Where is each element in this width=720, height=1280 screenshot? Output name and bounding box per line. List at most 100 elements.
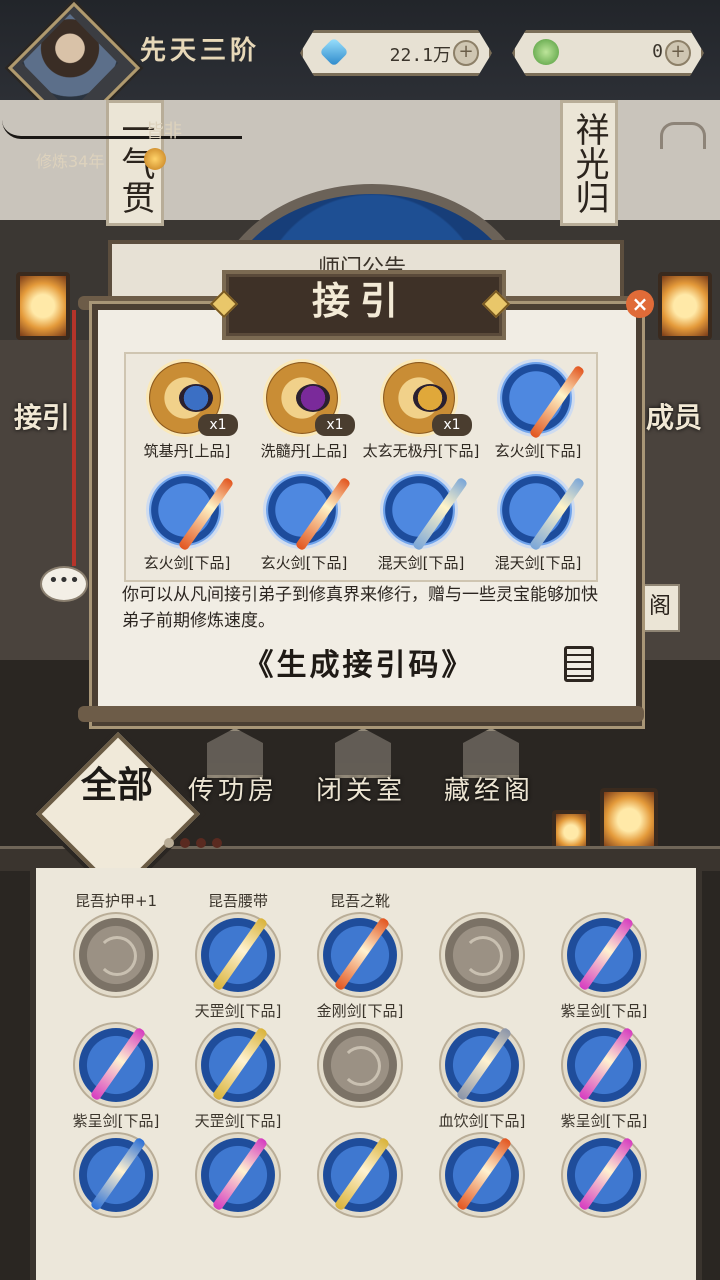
sword-icon: [89, 1026, 147, 1102]
inventory-item[interactable]: 天罡剑[下品]: [174, 1106, 302, 1214]
recruit-side-button[interactable]: 接引: [14, 396, 70, 436]
top-bar: 先天三阶 22.1万 + 0 +: [0, 0, 720, 135]
sword-item-icon: [383, 474, 469, 552]
pavilion-sign[interactable]: 阁: [640, 584, 680, 632]
item-art-icon: [177, 476, 235, 552]
sword-icon: [577, 1136, 635, 1212]
recruit-description: 你可以从凡间接引弟子到修真界来修行，赠与一些灵宝能够加快弟子前期修炼速度。: [122, 585, 598, 631]
reward-item[interactable]: x1 太玄无极丹[下品]: [362, 358, 480, 470]
equipment-icon: [201, 916, 275, 992]
equipment-icon: [201, 1026, 275, 1102]
inventory-item[interactable]: [418, 996, 546, 1104]
reward-item-name: 筑基丹[上品]: [143, 442, 231, 460]
item-count-badge: x1: [198, 414, 238, 436]
sword-item-icon: [266, 474, 352, 552]
room-seclusion[interactable]: 闭关室: [316, 770, 406, 807]
item-art-icon: [528, 364, 586, 440]
reward-item-name: 太玄无极丹[下品]: [362, 442, 480, 460]
inventory-item[interactable]: 紫呈剑[下品]: [540, 996, 668, 1104]
equipment-icon: [567, 916, 641, 992]
sword-item-icon: [149, 474, 235, 552]
generate-code-button[interactable]: 《生成接引码》: [228, 640, 490, 684]
inventory-item-title: 紫呈剑[下品]: [560, 1112, 648, 1130]
room-skill-hall[interactable]: 传功房: [188, 770, 278, 807]
inventory-item[interactable]: 昆吾护甲+1: [52, 886, 180, 994]
inventory-item[interactable]: 紫呈剑[下品]: [52, 1106, 180, 1214]
inventory-item[interactable]: 昆吾之靴: [296, 886, 424, 994]
add-spirit-stone-button[interactable]: +: [453, 40, 479, 66]
room-scripture-pavilion[interactable]: 藏经阁: [444, 770, 534, 807]
sword-item-icon: [500, 474, 586, 552]
name-brush-line: [2, 120, 242, 139]
item-art-icon: [411, 476, 469, 552]
reward-item-name: 玄火剑[下品]: [260, 554, 348, 572]
inventory-item[interactable]: [52, 996, 180, 1104]
spirit-stone-counter: 22.1万 +: [300, 30, 492, 76]
jade-icon: [533, 39, 559, 65]
equipment-icon: [79, 1136, 153, 1212]
close-button[interactable]: ×: [626, 290, 654, 318]
members-side-button[interactable]: 成员: [646, 396, 702, 436]
pager-dot: [212, 838, 222, 848]
swirl-emblem-icon: [341, 1046, 381, 1086]
lantern-left-icon: [16, 272, 70, 340]
inventory-item[interactable]: 天罡剑[下品]: [174, 996, 302, 1104]
sword-icon: [577, 1026, 635, 1102]
reward-item-name: 混天剑[下品]: [494, 554, 582, 572]
reward-item[interactable]: 混天剑[下品]: [479, 470, 597, 582]
inventory-item-title: 紫呈剑[下品]: [72, 1112, 160, 1130]
sword-icon: [455, 1136, 513, 1212]
spirit-stone-value: 22.1万: [389, 45, 451, 66]
inventory-item[interactable]: [540, 886, 668, 994]
equipment-icon: [567, 1136, 641, 1212]
equipment-icon: [201, 1136, 275, 1212]
inventory-item-title: 紫呈剑[下品]: [560, 1002, 648, 1020]
item-art-icon: [294, 476, 352, 552]
jade-value: 0: [652, 41, 663, 62]
inventory-item[interactable]: 昆吾腰带: [174, 886, 302, 994]
inventory-item[interactable]: [296, 1106, 424, 1214]
reward-item[interactable]: x1 洗髓丹[上品]: [245, 358, 363, 470]
left-scroll-rope: [72, 310, 76, 566]
reward-item[interactable]: x1 筑基丹[上品]: [128, 358, 246, 470]
sword-icon: [577, 916, 635, 992]
inventory-item[interactable]: 紫呈剑[下品]: [540, 1106, 668, 1214]
realm-label: 先天三阶: [140, 36, 261, 66]
reward-item[interactable]: 混天剑[下品]: [362, 470, 480, 582]
scroll-rod-bottom: [78, 706, 644, 722]
inventory-item[interactable]: 血饮剑[下品]: [418, 1106, 546, 1214]
item-count-badge: x1: [315, 414, 355, 436]
item-art-icon: [413, 384, 447, 412]
item-count-badge: x1: [432, 414, 472, 436]
pager-dot: [180, 838, 190, 848]
add-jade-button[interactable]: +: [665, 40, 691, 66]
sword-icon: [455, 1026, 513, 1102]
inventory-item[interactable]: [418, 886, 546, 994]
reward-item[interactable]: 玄火剑[下品]: [479, 358, 597, 470]
item-art-icon: [179, 384, 213, 412]
reward-item[interactable]: 玄火剑[下品]: [245, 470, 363, 582]
empty-slot-icon: [323, 1028, 397, 1102]
sword-icon: [89, 1136, 147, 1212]
inventory-item-title: 血饮剑[下品]: [438, 1112, 526, 1130]
reward-grid: x1 筑基丹[上品] x1 洗髓丹[上品] x1 太玄无极丹[下品] 玄火剑[下品] 玄火剑[…: [124, 352, 598, 582]
reward-item[interactable]: 玄火剑[下品]: [128, 470, 246, 582]
back-arrow-icon[interactable]: [660, 122, 706, 149]
player-name: 皆非: [146, 121, 182, 142]
empty-slot-icon: [445, 918, 519, 992]
equipment-icon: [445, 1026, 519, 1102]
equipment-icon: [323, 916, 397, 992]
filter-all-label[interactable]: 全部: [72, 765, 162, 805]
cultivation-coin-icon: [144, 148, 166, 170]
sword-icon: [333, 1136, 391, 1212]
chat-bubble-button[interactable]: •••: [40, 566, 88, 602]
reward-item-name: 洗髓丹[上品]: [260, 442, 348, 460]
inventory-item-title: 天罡剑[下品]: [194, 1002, 282, 1020]
inventory-item-title: 昆吾腰带: [207, 892, 268, 910]
sword-icon: [211, 916, 269, 992]
swirl-emblem-icon: [463, 936, 503, 976]
inventory-item[interactable]: 金刚剑[下品]: [296, 996, 424, 1104]
document-icon[interactable]: [564, 646, 594, 682]
empty-slot-icon: [79, 918, 153, 992]
lantern-right-icon: [658, 272, 712, 340]
